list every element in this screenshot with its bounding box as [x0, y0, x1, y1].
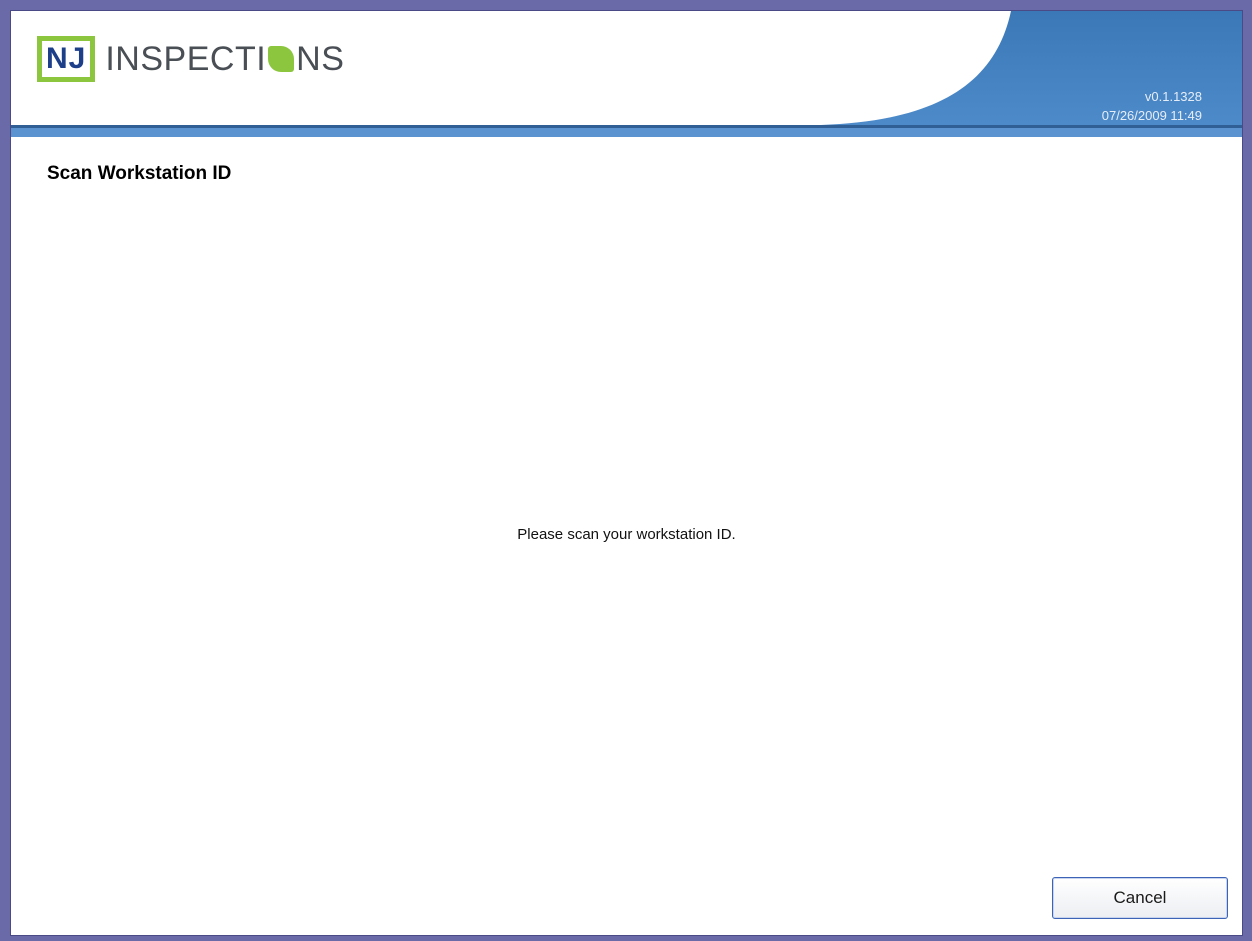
header-banner: NJ INSPECTI NS v0.1.1328 07/26/2009 11:49	[11, 11, 1242, 137]
current-datetime: 07/26/2009 11:49	[1101, 108, 1202, 123]
cancel-button[interactable]: Cancel	[1052, 877, 1228, 919]
page-title: Scan Workstation ID	[47, 163, 232, 184]
logo-wordmark-start: INSPECTI	[105, 40, 267, 78]
leaf-icon	[268, 46, 295, 72]
app-window: NJ INSPECTI NS v0.1.1328 07/26/2009 11:49…	[0, 0, 1252, 941]
logo-wordmark-end: NS	[296, 40, 345, 78]
version-info: v0.1.1328 07/26/2009 11:49	[1102, 87, 1202, 125]
logo-wordmark: INSPECTI NS	[105, 37, 344, 81]
logo-nj-mark: NJ	[37, 36, 96, 82]
version-number: v0.1.1328	[1144, 89, 1202, 104]
nj-inspections-logo: NJ INSPECTI NS	[37, 35, 344, 83]
app-content: NJ INSPECTI NS v0.1.1328 07/26/2009 11:49…	[10, 10, 1243, 936]
scan-instruction: Please scan your workstation ID.	[517, 526, 736, 543]
